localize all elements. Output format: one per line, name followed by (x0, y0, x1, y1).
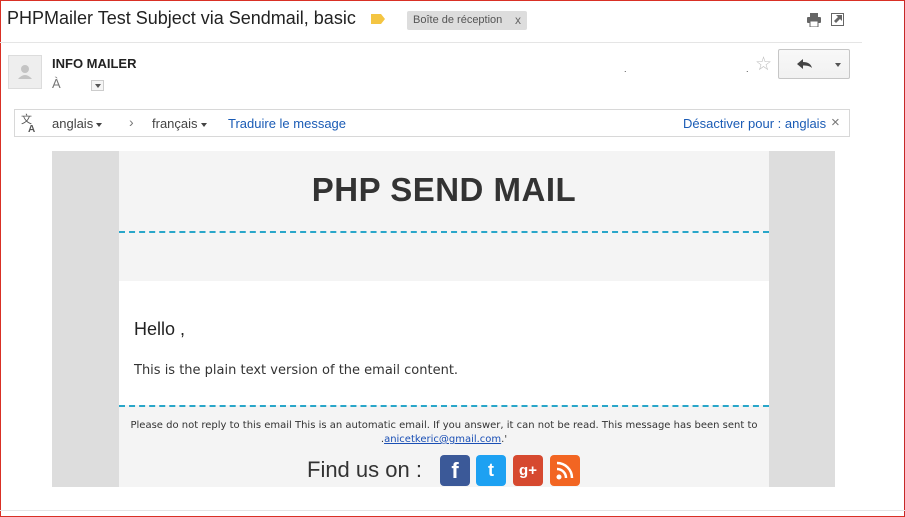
avatar (8, 55, 42, 89)
show-details-dropdown[interactable] (91, 80, 104, 91)
chevron-down-icon (200, 122, 207, 127)
email-template: PHP SEND MAIL Hello , This is the plain … (119, 151, 769, 487)
twitter-icon[interactable]: t (476, 455, 506, 486)
print-icon[interactable] (806, 13, 822, 27)
more-actions-button[interactable] (828, 49, 850, 79)
source-language-label: anglais (52, 116, 94, 131)
body-text: This is the plain text version of the em… (134, 363, 459, 378)
find-us-label: Find us on : (307, 457, 422, 482)
chevron-down-icon (96, 122, 103, 127)
translation-bar: 文 A anglais › français Traduire le messa… (14, 109, 850, 137)
bottom-divider (0, 510, 905, 511)
new-window-icon[interactable] (831, 13, 844, 26)
facebook-icon[interactable]: f (440, 455, 470, 486)
tag-icon[interactable] (370, 13, 386, 25)
star-icon[interactable]: ☆ (755, 53, 772, 76)
avatar-icon (18, 65, 32, 79)
target-language-select[interactable]: français (152, 116, 207, 131)
inbox-label-chip[interactable]: Boîte de réception x (407, 11, 527, 30)
target-language-label: français (152, 116, 198, 131)
meta-dot: . (746, 64, 749, 74)
recipient-label: À (52, 76, 61, 91)
footer-note: Please do not reply to this email This i… (125, 419, 763, 447)
sender-name[interactable]: INFO MAILER (52, 56, 137, 71)
header-divider (0, 42, 862, 43)
google-plus-icon[interactable]: g+ (513, 455, 543, 486)
divider (119, 231, 769, 233)
footer-end: .' (501, 434, 508, 445)
close-icon[interactable]: × (831, 114, 840, 131)
divider (119, 405, 769, 407)
reply-button[interactable] (778, 49, 830, 79)
translate-icon: 文 A (21, 113, 35, 133)
email-title: PHP SEND MAIL (311, 171, 577, 208)
inbox-label-text: Boîte de réception (413, 14, 503, 26)
source-language-select[interactable]: anglais (52, 116, 103, 131)
rss-glyph (556, 461, 574, 480)
translate-message-link[interactable]: Traduire le message (228, 116, 346, 131)
rss-icon[interactable] (550, 455, 580, 486)
chevron-right-icon: › (129, 114, 134, 130)
reply-icon (797, 59, 812, 69)
disable-translation-link[interactable]: Désactiver pour : anglais (683, 116, 826, 131)
email-body: PHP SEND MAIL Hello , This is the plain … (52, 151, 835, 487)
meta-dot: . (624, 64, 627, 74)
remove-label-icon[interactable]: x (515, 13, 521, 27)
email-link[interactable]: anicetkeric@gmail.com (384, 434, 501, 445)
greeting: Hello , (134, 319, 186, 339)
email-content: Hello , This is the plain text version o… (119, 281, 769, 405)
svg-text:A: A (28, 124, 35, 133)
email-subject: PHPMailer Test Subject via Sendmail, bas… (7, 8, 356, 28)
